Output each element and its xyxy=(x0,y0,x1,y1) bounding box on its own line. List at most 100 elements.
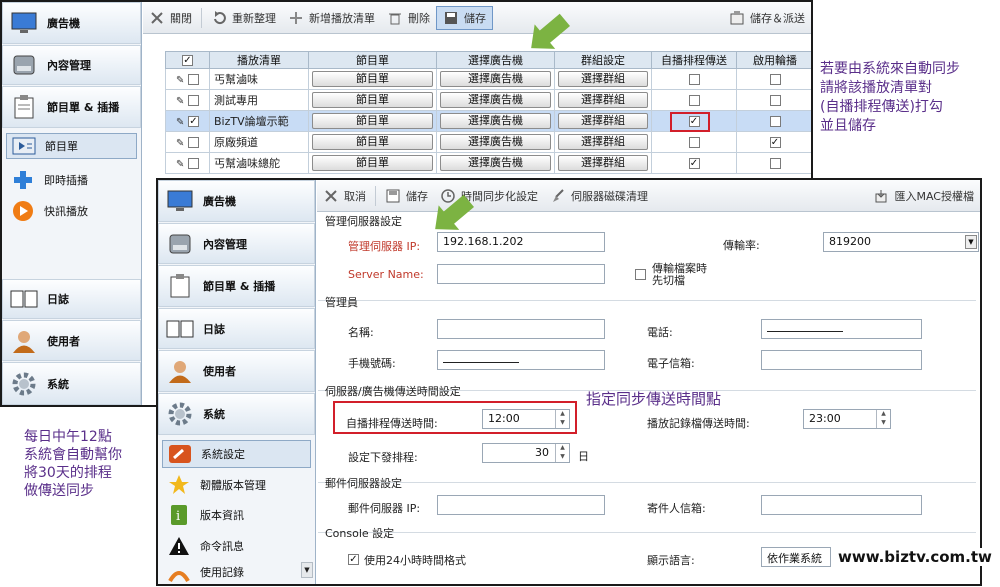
use-24h-checkbox[interactable]: ✓ xyxy=(348,554,359,565)
player-cell: 選擇廣告機 xyxy=(436,131,555,153)
cancel-button[interactable]: 取消 xyxy=(317,184,372,208)
section-admin-title: 管理員 xyxy=(325,296,358,309)
auto-schedule-checkbox[interactable] xyxy=(688,137,700,148)
program-button[interactable]: 節目單 xyxy=(312,113,433,129)
nav-system[interactable]: 系統 xyxy=(158,393,315,435)
subitem-command-messages[interactable]: 命令訊息 xyxy=(162,533,311,559)
row-checkbox[interactable] xyxy=(187,137,199,148)
save-dispatch-button[interactable]: 儲存＆派送 xyxy=(723,6,811,30)
spinner[interactable]: ▲ ▼ xyxy=(876,410,890,428)
switch-file-checkbox[interactable] xyxy=(635,269,646,280)
subitem-program-list[interactable]: 節目單 xyxy=(6,133,137,159)
phone-input[interactable] xyxy=(761,319,922,339)
language-select[interactable]: 依作業系統 xyxy=(761,547,831,567)
nav-content-management[interactable]: 內容管理 xyxy=(2,45,141,85)
auto-schedule-checkbox[interactable]: ✓ xyxy=(688,158,700,169)
header-select-all[interactable]: ✓ xyxy=(165,51,210,69)
dispatch-days-input[interactable]: 30 ▲ ▼ xyxy=(482,443,570,463)
note-line: 做傳送同步 xyxy=(24,483,94,499)
select-group-button[interactable]: 選擇群組 xyxy=(558,113,648,129)
nav-ad-player[interactable]: 廣告機 xyxy=(2,2,141,44)
row-select-cell[interactable]: ✎ ✓ xyxy=(165,110,210,132)
row-checkbox[interactable]: ✓ xyxy=(187,116,199,127)
carousel-checkbox[interactable] xyxy=(769,74,781,85)
refresh-button[interactable]: 重新整理 xyxy=(205,6,282,30)
mail-server-ip-input[interactable] xyxy=(437,495,605,515)
program-button[interactable]: 節目單 xyxy=(312,134,433,150)
auto-schedule-checkbox[interactable] xyxy=(688,95,700,106)
select-player-button[interactable]: 選擇廣告機 xyxy=(440,71,551,87)
select-player-button[interactable]: 選擇廣告機 xyxy=(440,134,551,150)
row-select-cell[interactable]: ✎ xyxy=(165,68,210,90)
row-checkbox[interactable] xyxy=(187,158,199,169)
table-row[interactable]: ✎ ✓ BizTV論壇示範 節目單 選擇廣告機 選擇群組 ✓ xyxy=(165,110,811,132)
nav-log[interactable]: 日誌 xyxy=(2,279,141,319)
nav-program-insert[interactable]: 節目單 & 插播 xyxy=(2,86,141,128)
spinner[interactable]: ▲ ▼ xyxy=(555,444,569,462)
row-checkbox[interactable] xyxy=(187,95,199,106)
row-select-cell[interactable]: ✎ xyxy=(165,152,210,174)
select-group-button[interactable]: 選擇群組 xyxy=(558,155,648,171)
nav-system[interactable]: 系統 xyxy=(2,362,141,405)
note-line: 系統會自動幫你 xyxy=(24,447,122,463)
nav-content-management[interactable]: 內容管理 xyxy=(158,223,315,264)
subitem-version-info[interactable]: i 版本資訊 xyxy=(162,502,311,528)
sidebar-scroll-down[interactable]: ▼ xyxy=(301,562,313,578)
carousel-checkbox[interactable] xyxy=(769,95,781,106)
nav-ad-player[interactable]: 廣告機 xyxy=(158,180,315,222)
subitem-live-insert[interactable]: 即時插播 xyxy=(6,167,137,193)
mobile-input[interactable] xyxy=(437,350,605,370)
nav-user[interactable]: 使用者 xyxy=(158,350,315,392)
table-row[interactable]: ✎ 丐幫滷味總舵 節目單 選擇廣告機 選擇群組 ✓ xyxy=(165,152,811,174)
disk-cleanup-button[interactable]: 伺服器磁碟清理 xyxy=(544,184,654,208)
subitem-system-settings[interactable]: 系統設定 xyxy=(162,440,311,468)
delete-button[interactable]: 刪除 xyxy=(381,6,436,30)
select-all-checkbox[interactable]: ✓ xyxy=(182,55,193,66)
log-send-time-input[interactable]: 23:00 ▲ ▼ xyxy=(803,409,891,429)
nav-label: 內容管理 xyxy=(47,59,91,72)
subitem-usage-log[interactable]: 使用記錄 xyxy=(162,562,311,582)
program-button[interactable]: 節目單 xyxy=(312,155,433,171)
save-button[interactable]: 儲存 xyxy=(436,5,493,30)
server-name-input[interactable] xyxy=(437,264,605,284)
select-group-button[interactable]: 選擇群組 xyxy=(558,92,648,108)
table-row[interactable]: ✎ 原廠頻道 節目單 選擇廣告機 選擇群組 ✓ xyxy=(165,131,811,153)
row-select-cell[interactable]: ✎ xyxy=(165,131,210,153)
table-row[interactable]: ✎ 測試專用 節目單 選擇廣告機 選擇群組 xyxy=(165,89,811,111)
row-select-cell[interactable]: ✎ xyxy=(165,89,210,111)
carousel-cell xyxy=(736,110,811,132)
program-button[interactable]: 節目單 xyxy=(312,71,433,87)
nav-log[interactable]: 日誌 xyxy=(158,308,315,349)
subitem-flash-news[interactable]: 快訊播放 xyxy=(6,198,137,224)
subitem-firmware[interactable]: 韌體版本管理 xyxy=(162,472,311,498)
close-button[interactable]: 關閉 xyxy=(143,6,198,30)
import-mac-button[interactable]: 匯入MAC授權檔 xyxy=(867,184,980,208)
nav-user[interactable]: 使用者 xyxy=(2,320,141,361)
select-player-button[interactable]: 選擇廣告機 xyxy=(440,92,551,108)
table-row[interactable]: ✎ 丐幫滷味 節目單 選擇廣告機 選擇群組 xyxy=(165,68,811,90)
select-player-button[interactable]: 選擇廣告機 xyxy=(440,155,551,171)
carousel-checkbox[interactable] xyxy=(769,116,781,127)
nav-label: 內容管理 xyxy=(203,237,247,251)
baud-rate-label: 傳輸率: xyxy=(723,239,760,252)
add-playlist-button[interactable]: 新增播放清單 xyxy=(282,6,381,30)
nav-program-insert[interactable]: 節目單 & 插播 xyxy=(158,265,315,307)
section-time-title: 伺服器/廣告機傳送時間設定 xyxy=(325,385,461,398)
email-input[interactable] xyxy=(761,350,922,370)
program-button[interactable]: 節目單 xyxy=(312,92,433,108)
button-label: 儲存＆派送 xyxy=(750,11,805,25)
chevron-down-icon[interactable]: ▼ xyxy=(965,235,977,249)
select-group-button[interactable]: 選擇群組 xyxy=(558,134,648,150)
baud-rate-select[interactable]: 819200 ▼ xyxy=(823,232,979,252)
button-label: 匯入MAC授權檔 xyxy=(894,189,974,203)
arrow-shape xyxy=(531,13,570,49)
select-player-button[interactable]: 選擇廣告機 xyxy=(440,113,551,129)
select-group-button[interactable]: 選擇群組 xyxy=(558,71,648,87)
carousel-checkbox[interactable]: ✓ xyxy=(769,137,781,148)
name-input[interactable] xyxy=(437,319,605,339)
row-checkbox[interactable] xyxy=(187,74,199,85)
auto-schedule-checkbox[interactable] xyxy=(688,74,700,85)
sender-email-input[interactable] xyxy=(761,495,922,515)
nav-label: 廣告機 xyxy=(203,195,236,208)
carousel-checkbox[interactable] xyxy=(769,158,781,169)
